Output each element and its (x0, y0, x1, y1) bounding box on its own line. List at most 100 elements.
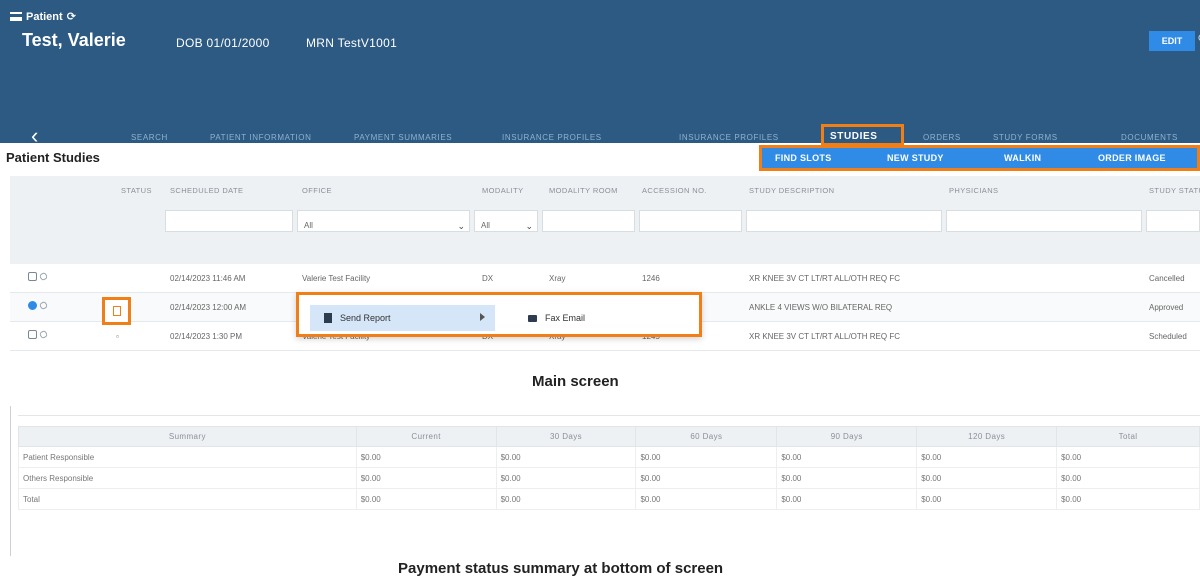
pay-col-30: 30 Days (495, 426, 637, 447)
pay-col-120: 120 Days (916, 426, 1058, 447)
office-select-value: All (304, 221, 313, 230)
send-report-label: Send Report (340, 313, 391, 323)
pay-cell: $0.00 (355, 488, 497, 510)
payment-row: Others Responsible $0.00 $0.00 $0.00 $0.… (18, 467, 1200, 489)
room-filter[interactable] (542, 210, 635, 232)
link-icon[interactable] (38, 300, 49, 311)
col-status[interactable]: STATUS (121, 186, 152, 195)
section-label[interactable]: Patient ⟳ (10, 10, 76, 23)
pay-col-60: 60 Days (635, 426, 778, 447)
document-icon[interactable]: ▫ (116, 332, 119, 341)
back-chevron-icon[interactable]: ‹ (31, 123, 38, 149)
col-scheduled-date[interactable]: SCHEDULED DATE (170, 186, 243, 195)
divider (18, 415, 1200, 416)
edit-button[interactable]: EDIT (1149, 31, 1195, 51)
chevron-down-icon: ⌄ (457, 221, 465, 231)
report-document-button[interactable] (102, 297, 131, 325)
col-study-description[interactable]: STUDY DESCRIPTION (749, 186, 834, 195)
cell-office: Valerie Test Facility (302, 274, 371, 283)
fax-icon (528, 314, 537, 322)
new-study-button[interactable]: NEW STUDY (887, 153, 944, 163)
fax-email-menu-item[interactable]: Fax Email (528, 305, 585, 331)
patient-dob: DOB 01/01/2000 (176, 36, 270, 50)
report-context-menu: Send Report Fax Email (296, 292, 702, 337)
pay-cell: $0.00 (495, 488, 637, 510)
pay-cell: $0.00 (635, 467, 778, 489)
cell-modality: DX (482, 274, 494, 283)
date-filter[interactable] (165, 210, 293, 232)
table-row[interactable]: 02/14/2023 11:46 AM Valerie Test Facilit… (10, 264, 1200, 293)
pay-cell: $0.00 (916, 488, 1058, 510)
chevron-down-icon: ⌄ (525, 221, 533, 231)
tab-study-forms[interactable]: STUDY FORMS (993, 133, 1058, 142)
studies-tab-highlight (821, 124, 904, 146)
pay-cell: Others Responsible (18, 467, 357, 489)
patient-name: Test, Valerie (22, 30, 126, 50)
grid-header: STATUS SCHEDULED DATE OFFICE MODALITY MO… (10, 176, 1200, 264)
description-filter[interactable] (746, 210, 942, 232)
pay-col-90: 90 Days (776, 426, 918, 447)
col-study-status[interactable]: STUDY STATUS (1149, 186, 1200, 195)
cell-accession: 1246 (642, 274, 660, 283)
tab-patient-information[interactable]: PATIENT INFORMATION (210, 133, 311, 142)
send-report-menu-item[interactable]: Send Report (310, 305, 495, 331)
pay-cell: $0.00 (1056, 446, 1200, 468)
menu-icon[interactable] (10, 12, 22, 21)
chevron-right-icon (480, 313, 485, 321)
pay-cell: Total (18, 488, 357, 510)
cell-room: Xray (549, 274, 566, 283)
checkbox-icon[interactable] (28, 272, 37, 281)
col-physicians[interactable]: PHYSICIANS (949, 186, 998, 195)
payment-summary-table: Summary Current 30 Days 60 Days 90 Days … (18, 426, 1200, 510)
pay-cell: $0.00 (776, 467, 918, 489)
cell-status: Approved (1149, 303, 1184, 312)
pay-col-summary: Summary (18, 426, 357, 447)
file-icon (324, 313, 332, 323)
pay-cell: Patient Responsible (18, 446, 357, 468)
refresh-icon[interactable]: ⟳ (67, 10, 76, 23)
payment-row: Patient Responsible $0.00 $0.00 $0.00 $0… (18, 446, 1200, 468)
document-icon (113, 306, 121, 316)
find-slots-button[interactable]: FIND SLOTS (775, 153, 832, 163)
col-accession[interactable]: ACCESSION NO. (642, 186, 707, 195)
pay-cell: $0.00 (776, 488, 918, 510)
payment-header-row: Summary Current 30 Days 60 Days 90 Days … (18, 426, 1200, 447)
tab-documents[interactable]: DOCUMENTS (1121, 133, 1178, 142)
accession-filter[interactable] (639, 210, 742, 232)
selected-radio-icon[interactable] (28, 301, 37, 310)
section-label-text: Patient (26, 10, 63, 23)
link-icon[interactable] (38, 271, 49, 282)
tab-payment-summaries[interactable]: PAYMENT SUMMARIES (354, 133, 452, 142)
tab-orders[interactable]: ORDERS (923, 133, 961, 142)
status-filter[interactable] (1146, 210, 1200, 232)
office-select[interactable]: All ⌄ (297, 210, 470, 232)
fax-email-label: Fax Email (545, 313, 586, 323)
payment-caption: Payment status summary at bottom of scre… (398, 560, 724, 577)
col-modality[interactable]: MODALITY (482, 186, 524, 195)
pay-cell: $0.00 (495, 446, 637, 468)
tab-search[interactable]: SEARCH (131, 133, 168, 142)
physicians-filter[interactable] (946, 210, 1142, 232)
order-image-button[interactable]: ORDER IMAGE (1098, 153, 1166, 163)
tab-insurance-profiles[interactable]: INSURANCE PROFILES (502, 133, 602, 142)
cell-date: 02/14/2023 12:00 AM (170, 303, 247, 312)
link-icon[interactable] (38, 329, 49, 340)
cell-description: ANKLE 4 VIEWS W/O BILATERAL REQ (749, 303, 893, 312)
walkin-button[interactable]: WALKIN (1004, 153, 1041, 163)
cell-date: 02/14/2023 11:46 AM (170, 274, 246, 283)
page-title: Patient Studies (6, 150, 100, 165)
pay-col-total: Total (1056, 426, 1200, 447)
pay-cell: $0.00 (355, 446, 497, 468)
modality-select[interactable]: All ⌄ (474, 210, 538, 232)
pay-cell: $0.00 (1056, 488, 1200, 510)
pay-col-current: Current (355, 426, 497, 447)
cell-description: XR KNEE 3V CT LT/RT ALL/OTH REQ FC (749, 332, 901, 341)
modality-select-value: All (481, 221, 490, 230)
tab-insurance-profiles-2[interactable]: INSURANCE PROFILES (679, 133, 779, 142)
study-actions-bar: FIND SLOTS NEW STUDY WALKIN ORDER IMAGE (759, 145, 1200, 171)
pay-cell: $0.00 (495, 467, 637, 489)
checkbox-icon[interactable] (28, 330, 37, 339)
col-modality-room[interactable]: MODALITY ROOM (549, 186, 618, 195)
col-office[interactable]: OFFICE (302, 186, 332, 195)
patient-header: Patient ⟳ Test, Valerie DOB 01/01/2000 M… (0, 0, 1200, 143)
